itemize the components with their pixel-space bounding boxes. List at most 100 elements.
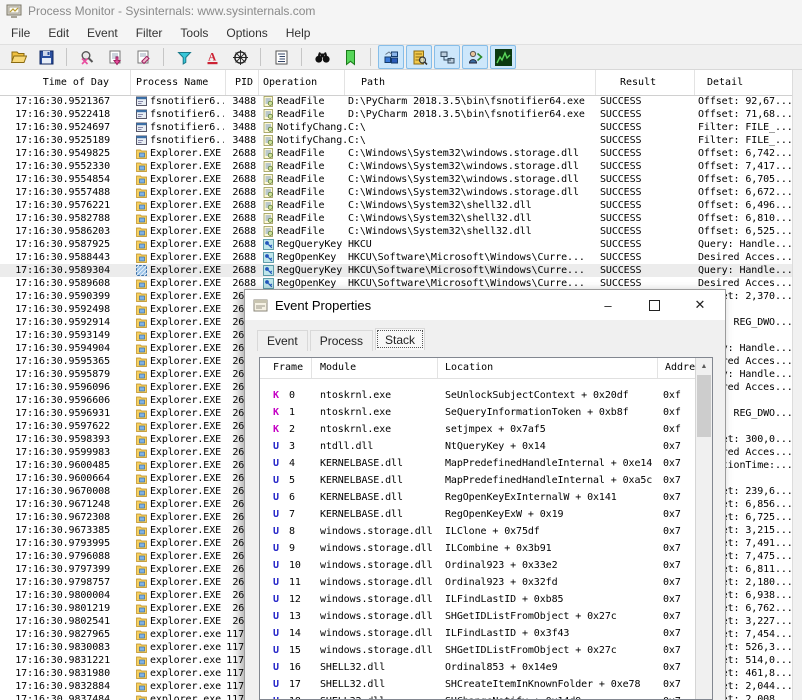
table-row[interactable]: 17:16:30.9521367 fsnotifier6... 3488 ReadFi… [0, 95, 792, 108]
table-row[interactable]: 17:16:30.9582788 Explorer.EXE 2688 ReadFile… [0, 212, 792, 225]
cell-time: 17:16:30.9671248 [15, 499, 110, 510]
explorer-icon [136, 564, 147, 575]
toolbar-separator [370, 48, 371, 66]
minimize-button[interactable]: – [593, 290, 623, 320]
show-registry-button[interactable] [378, 45, 404, 69]
save-button[interactable] [33, 45, 59, 69]
stack-frame-row[interactable]: U 10 windows.storage.dll Ordinal923 + 0x33e… [260, 557, 712, 574]
menu-item-event[interactable]: Event [78, 23, 127, 43]
table-row[interactable]: 17:16:30.9557488 Explorer.EXE 2688 ReadFile… [0, 186, 792, 199]
stack-frame-row[interactable]: K 2 ntoskrnl.exe setjmpex + 0x7af5 0xf [260, 421, 712, 438]
show-file-system-button[interactable] [406, 45, 432, 69]
stack-frame-row[interactable]: U 14 windows.storage.dll ILFindLastID + 0x3… [260, 625, 712, 642]
close-button[interactable]: ✕ [685, 290, 715, 320]
highlight-button[interactable]: A [199, 45, 225, 69]
file-operation-icon [263, 187, 274, 198]
table-row[interactable]: 17:16:30.9552330 Explorer.EXE 2688 ReadFile… [0, 160, 792, 173]
include-process-button[interactable] [227, 45, 253, 69]
maximize-button[interactable] [639, 290, 669, 320]
explorer-icon [136, 226, 147, 237]
column-header-pid[interactable]: PID [226, 70, 259, 95]
show-profiling-button[interactable] [490, 45, 516, 69]
table-row[interactable]: 17:16:30.9588443 Explorer.EXE 2688 RegOpenK… [0, 251, 792, 264]
cell-path: HKCU [348, 239, 372, 250]
stack-column-module[interactable]: Module [312, 358, 438, 378]
stack-frame-row[interactable]: U 17 SHELL32.dll SHCreateItemInKnownFolder … [260, 676, 712, 693]
table-row[interactable]: 17:16:30.9589304 Explorer.EXE 2688 RegQuery… [0, 264, 792, 277]
stack-frame-row[interactable]: U 11 windows.storage.dll Ordinal923 + 0x32f… [260, 574, 712, 591]
capture-button[interactable] [74, 45, 100, 69]
menu-item-help[interactable]: Help [277, 23, 320, 43]
frame-number: 15 [289, 645, 301, 656]
cell-process-name: Explorer.EXE [150, 486, 222, 497]
scroll-thumb[interactable] [697, 375, 711, 437]
column-header-process-name[interactable]: Process Name [131, 70, 226, 95]
show-process-thread-button[interactable] [462, 45, 488, 69]
open-button[interactable] [5, 45, 31, 69]
menu-item-options[interactable]: Options [217, 23, 276, 43]
menu-item-tools[interactable]: Tools [171, 23, 217, 43]
table-row[interactable]: 17:16:30.9522418 fsnotifier6... 3488 ReadFi… [0, 108, 792, 121]
cell-process-name: fsnotifier6... [150, 122, 224, 133]
scroll-up-icon[interactable]: ▲ [696, 358, 712, 375]
stack-column-location[interactable]: Location [438, 358, 658, 378]
column-header-path[interactable]: Path [345, 70, 596, 95]
tab-stack[interactable]: Stack [375, 328, 426, 350]
cell-process-name: Explorer.EXE [150, 421, 222, 432]
cell-time: 17:16:30.9596931 [15, 408, 110, 419]
stack-frame-row[interactable]: U 13 windows.storage.dll SHGetIDListFromObj… [260, 608, 712, 625]
table-row[interactable]: 17:16:30.9586203 Explorer.EXE 2688 ReadFile… [0, 225, 792, 238]
column-header-result[interactable]: Result [596, 70, 695, 95]
cell-time: 17:16:30.9525189 [15, 135, 110, 146]
stack-frame-row[interactable]: U 15 windows.storage.dll SHGetIDListFromObj… [260, 642, 712, 659]
frame-location: Ordinal923 + 0x32fd [445, 577, 558, 588]
table-row[interactable]: 17:16:30.9525189 fsnotifier6... 3488 Notify… [0, 134, 792, 147]
main-vertical-scrollbar[interactable] [792, 70, 802, 700]
stack-frame-row[interactable]: K 1 ntoskrnl.exe SeQueryInformationToken + … [260, 404, 712, 421]
stack-frame-row[interactable]: U 3 ntdll.dll NtQueryKey + 0x14 0x7 [260, 438, 712, 455]
table-row[interactable]: 17:16:30.9576221 Explorer.EXE 2688 ReadFile… [0, 199, 792, 212]
menu-item-filter[interactable]: Filter [127, 23, 172, 43]
explorer-icon [136, 252, 147, 263]
table-row[interactable]: 17:16:30.9524697 fsnotifier6... 3488 Notify… [0, 121, 792, 134]
column-header-operation[interactable]: Operation [259, 70, 345, 95]
stack-scrollbar[interactable]: ▲ [695, 358, 712, 699]
clear-button[interactable] [130, 45, 156, 69]
cell-operation: ReadFile [277, 226, 325, 237]
find-button[interactable] [309, 45, 335, 69]
table-row[interactable]: 17:16:30.9554854 Explorer.EXE 2688 ReadFile… [0, 173, 792, 186]
cell-result: SUCCESS [600, 239, 642, 250]
autoscroll-button[interactable] [102, 45, 128, 69]
jump-to-button[interactable] [337, 45, 363, 69]
process-tree-button[interactable] [268, 45, 294, 69]
stack-frame-row[interactable]: K 0 ntoskrnl.exe SeUnlockSubjectContext + 0… [260, 387, 712, 404]
stack-frame-row[interactable]: U 12 windows.storage.dll ILFindLastID + 0xb… [260, 591, 712, 608]
frame-mode-letter: U [273, 543, 279, 554]
tab-process[interactable]: Process [309, 330, 374, 351]
file-operation-icon [263, 135, 274, 146]
show-network-button[interactable] [434, 45, 460, 69]
cell-time: 17:16:30.9593149 [15, 330, 110, 341]
table-row[interactable]: 17:16:30.9549825 Explorer.EXE 2688 ReadFile… [0, 147, 792, 160]
stack-frame-row[interactable]: U 16 SHELL32.dll Ordinal853 + 0x14e9 0x7 [260, 659, 712, 676]
filter-button[interactable] [171, 45, 197, 69]
stack-frame-row[interactable]: U 4 KERNELBASE.dll MapPredefinedHandleInter… [260, 455, 712, 472]
tab-event[interactable]: Event [257, 330, 308, 351]
stack-frame-row[interactable]: U 7 KERNELBASE.dll RegOpenKeyExW + 0x19 0x7 [260, 506, 712, 523]
cell-time: 17:16:30.9522418 [15, 109, 110, 120]
stack-frame-row[interactable]: U 5 KERNELBASE.dll MapPredefinedHandleInter… [260, 472, 712, 489]
cell-time: 17:16:30.9595365 [15, 356, 110, 367]
stack-column-frame[interactable]: Frame [260, 358, 312, 378]
menu-item-file[interactable]: File [2, 23, 39, 43]
stack-frame-row[interactable]: U 6 KERNELBASE.dll RegOpenKeyExInternalW + … [260, 489, 712, 506]
stack-frame-row[interactable]: U 8 windows.storage.dll ILClone + 0x75df 0x7 [260, 523, 712, 540]
stack-frame-row[interactable]: U 9 windows.storage.dll ILCombine + 0x3b91 0… [260, 540, 712, 557]
cell-result: SUCCESS [600, 174, 642, 185]
menu-item-edit[interactable]: Edit [39, 23, 78, 43]
column-header-time-of-day[interactable]: Time of Day [0, 70, 131, 95]
find-icon [314, 49, 331, 66]
column-header-detail[interactable]: Detail [695, 70, 792, 95]
cell-process-name: Explorer.EXE [150, 200, 222, 211]
stack-frame-row[interactable]: U18 SHELL32.dll SHChangeNotify + 0x14d9 0x7 [260, 693, 712, 699]
table-row[interactable]: 17:16:30.9587925 Explorer.EXE 2688 RegQuery… [0, 238, 792, 251]
